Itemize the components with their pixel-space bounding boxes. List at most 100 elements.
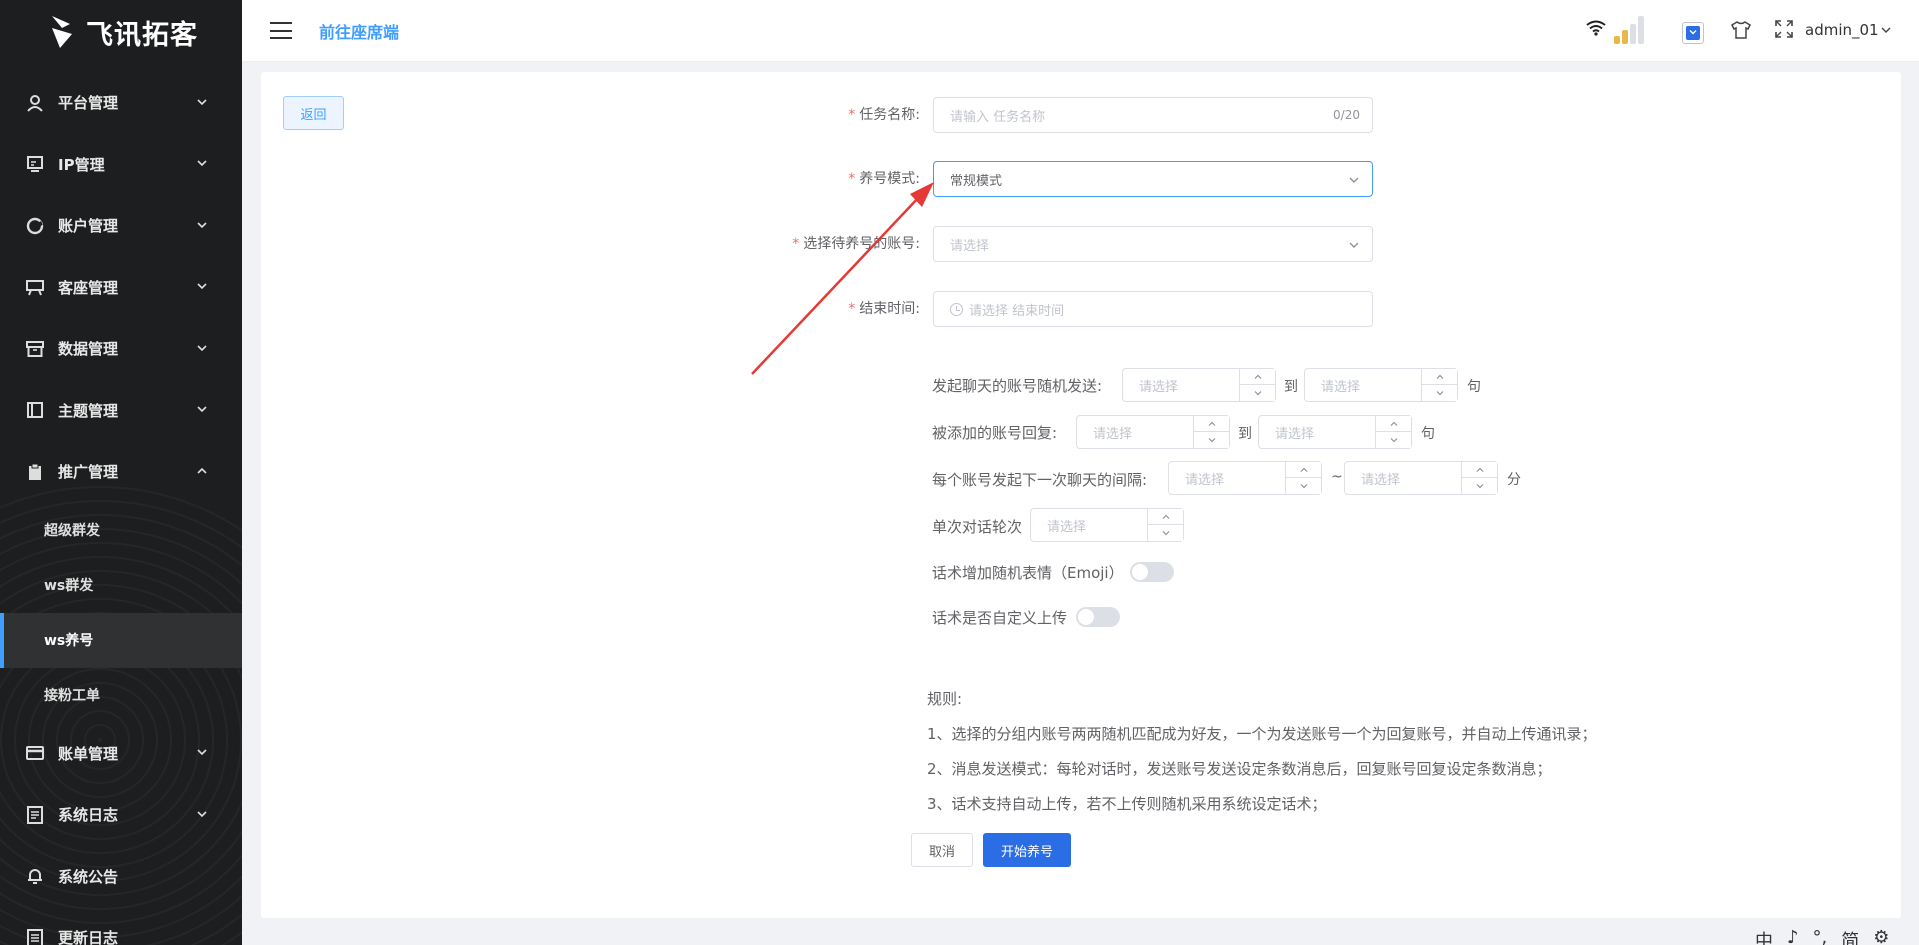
sidebar-subitem-label: 超级群发	[44, 523, 100, 539]
brand-logo: 飞讯拓客	[48, 12, 198, 52]
decrement-button[interactable]	[1194, 432, 1230, 448]
back-button[interactable]: 返回	[283, 96, 344, 130]
brand-logo-icon	[52, 16, 72, 48]
chevron-down-icon	[197, 749, 207, 756]
emoji-label: 话术增加随机表情（Emoji）	[932, 564, 1124, 582]
sidebar-subitem-ws-broadcast[interactable]: ws群发	[0, 558, 242, 613]
custom-upload-label: 话术是否自定义上传	[932, 609, 1068, 627]
monitor-icon	[26, 155, 44, 173]
task-name-input[interactable]: 请输入 任务名称 0/20	[933, 97, 1373, 133]
sidebar-item-platform[interactable]: 平台管理	[0, 72, 242, 134]
chevron-up-icon	[1476, 467, 1484, 472]
end-time-picker[interactable]: 请选择 结束时间	[933, 291, 1373, 327]
increment-button[interactable]	[1376, 416, 1412, 432]
sidebar-item-announcement[interactable]: 系统公告	[0, 846, 242, 908]
archive-icon	[26, 340, 44, 358]
top-header: 前往座席端	[242, 0, 1919, 62]
goto-agent-link[interactable]: 前往座席端	[319, 19, 399, 43]
sidebar-subitem-super-broadcast[interactable]: 超级群发	[0, 503, 242, 558]
chevron-up-icon	[1436, 374, 1444, 379]
interval-to-input[interactable]: 请选择	[1344, 461, 1498, 495]
ime-punct-icon[interactable]: °,	[1813, 927, 1828, 945]
cancel-button[interactable]: 取消	[911, 833, 973, 867]
sidebar-item-account[interactable]: 账户管理	[0, 195, 242, 257]
sidebar-item-label: 主题管理	[58, 401, 119, 420]
chevron-down-icon	[1349, 242, 1359, 248]
chevron-down-icon	[197, 811, 207, 817]
chevron-down-icon	[1300, 484, 1308, 489]
decrement-button[interactable]	[1422, 385, 1458, 401]
chevron-down-icon	[197, 406, 207, 413]
sidebar-subitem-ws-nurture[interactable]: ws养号	[0, 612, 242, 668]
unit-label: 句	[1421, 426, 1435, 442]
decrement-button[interactable]	[1286, 478, 1322, 494]
chevron-up-icon	[1390, 421, 1398, 426]
chevron-down-icon	[1254, 391, 1262, 396]
decrement-button[interactable]	[1376, 432, 1412, 448]
sidebar-item-ip[interactable]: IP管理	[0, 134, 242, 196]
sidebar-item-seat[interactable]: 客座管理	[0, 257, 242, 319]
task-name-label: * 任务名称:	[848, 107, 920, 123]
sidebar-item-label: 更新日志	[58, 929, 119, 945]
chevron-down-icon[interactable]	[1880, 24, 1892, 36]
chevron-down-icon	[197, 283, 207, 290]
increment-button[interactable]	[1194, 416, 1230, 432]
ime-moon-icon[interactable]: ♪	[1787, 927, 1799, 945]
decrement-button[interactable]	[1240, 385, 1276, 401]
increment-button[interactable]	[1286, 462, 1322, 478]
rule-line: 2、消息发送模式：每轮对话时，发送账号发送设定条数消息后，回复账号回复设定条数消…	[927, 760, 1552, 778]
sidebar-item-label: 客座管理	[58, 278, 119, 297]
sidebar-item-label: 账单管理	[58, 744, 119, 763]
clock-icon	[950, 302, 963, 316]
interval-from-input[interactable]: 请选择	[1168, 461, 1322, 495]
emoji-toggle[interactable]	[1130, 562, 1174, 582]
chevron-down-icon	[1162, 531, 1170, 536]
username-dropdown[interactable]: admin_01	[1805, 21, 1879, 39]
chat-send-to-input[interactable]: 请选择	[1304, 368, 1458, 402]
sidebar-subitem-fan-ticket[interactable]: 接粉工单	[0, 668, 242, 723]
ime-lang-indicator[interactable]: 中	[1755, 927, 1773, 945]
chevron-up-icon	[1208, 421, 1216, 426]
decrement-button[interactable]	[1462, 478, 1498, 494]
increment-button[interactable]	[1240, 369, 1276, 385]
sidebar-subitem-label: 接粉工单	[44, 688, 100, 704]
range-separator: 到	[1284, 379, 1298, 395]
chevron-down-icon	[1689, 30, 1697, 35]
sidebar-item-data[interactable]: 数据管理	[0, 318, 242, 380]
clipboard-icon	[26, 463, 44, 481]
hamburger-icon[interactable]	[270, 22, 292, 39]
sidebar-item-label: 账户管理	[58, 217, 119, 236]
sidebar-subitem-label: ws群发	[44, 578, 94, 594]
sidebar-item-changelog[interactable]: 更新日志	[0, 907, 242, 945]
bell-icon	[26, 867, 44, 885]
dropdown-toggle-button[interactable]	[1682, 22, 1704, 44]
theme-shirt-icon[interactable]	[1731, 20, 1751, 40]
accounts-select[interactable]: 请选择	[933, 226, 1373, 262]
fullscreen-icon[interactable]	[1775, 20, 1793, 38]
start-nurture-button[interactable]: 开始养号	[983, 833, 1071, 867]
sidebar-item-billing[interactable]: 账单管理	[0, 723, 242, 785]
chat-send-from-input[interactable]: 请选择	[1122, 368, 1276, 402]
increment-button[interactable]	[1422, 369, 1458, 385]
reply-from-input[interactable]: 请选择	[1076, 415, 1230, 449]
end-time-label: * 结束时间:	[848, 301, 920, 317]
signal-strength-icon	[1614, 14, 1644, 44]
reply-to-input[interactable]: 请选择	[1258, 415, 1412, 449]
sidebar-item-label: 平台管理	[58, 94, 119, 113]
sidebar-item-syslog[interactable]: 系统日志	[0, 784, 242, 846]
rounds-input[interactable]: 请选择	[1030, 508, 1184, 542]
decrement-button[interactable]	[1148, 525, 1184, 541]
sidebar-item-theme[interactable]: 主题管理	[0, 380, 242, 442]
sidebar-item-promotion[interactable]: 推广管理	[0, 441, 242, 503]
mode-select[interactable]: 常规模式	[933, 161, 1373, 197]
ime-settings-icon[interactable]: ⚙	[1873, 927, 1889, 945]
sidebar-item-label: IP管理	[58, 155, 105, 174]
increment-button[interactable]	[1148, 509, 1184, 525]
accounts-label: * 选择待养号的账号:	[792, 236, 920, 252]
ime-simplified-indicator[interactable]: 简	[1841, 927, 1859, 945]
sidebar-item-label: 推广管理	[58, 463, 119, 482]
interval-label: 每个账号发起下一次聊天的间隔:	[932, 471, 1148, 489]
custom-upload-toggle[interactable]	[1076, 607, 1120, 627]
chevron-down-icon	[1476, 484, 1484, 489]
increment-button[interactable]	[1462, 462, 1498, 478]
